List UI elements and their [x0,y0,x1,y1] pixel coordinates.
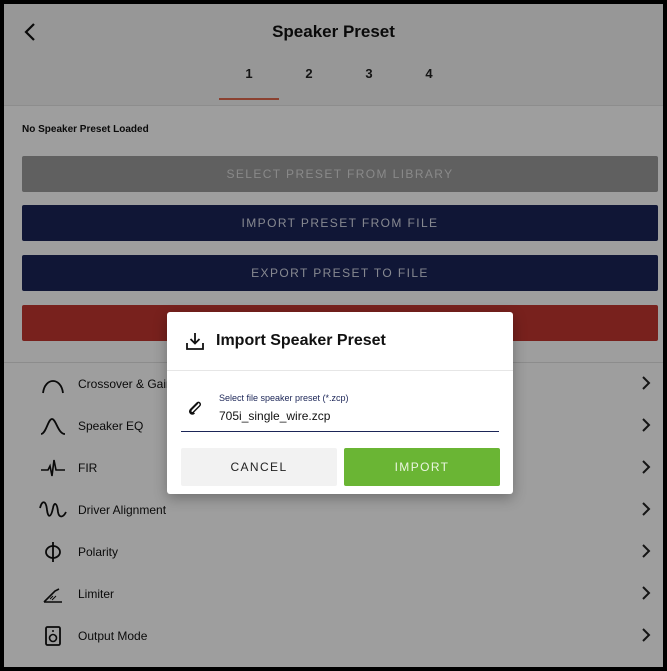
import-dialog: Import Speaker Preset Select file speake… [167,312,513,494]
file-select-field[interactable]: Select file speaker preset (*.zcp) 705i_… [181,385,499,432]
app-window: Speaker Preset 1 2 3 4 No Speaker Preset… [4,4,663,667]
dialog-header: Import Speaker Preset [167,312,513,371]
field-label: Select file speaker preset (*.zcp) [219,393,349,403]
paperclip-icon [188,401,201,415]
cancel-button[interactable]: CANCEL [181,448,337,486]
import-button[interactable]: IMPORT [344,448,500,486]
field-value: 705i_single_wire.zcp [219,409,331,423]
download-icon [186,333,204,350]
dialog-title: Import Speaker Preset [216,332,386,349]
